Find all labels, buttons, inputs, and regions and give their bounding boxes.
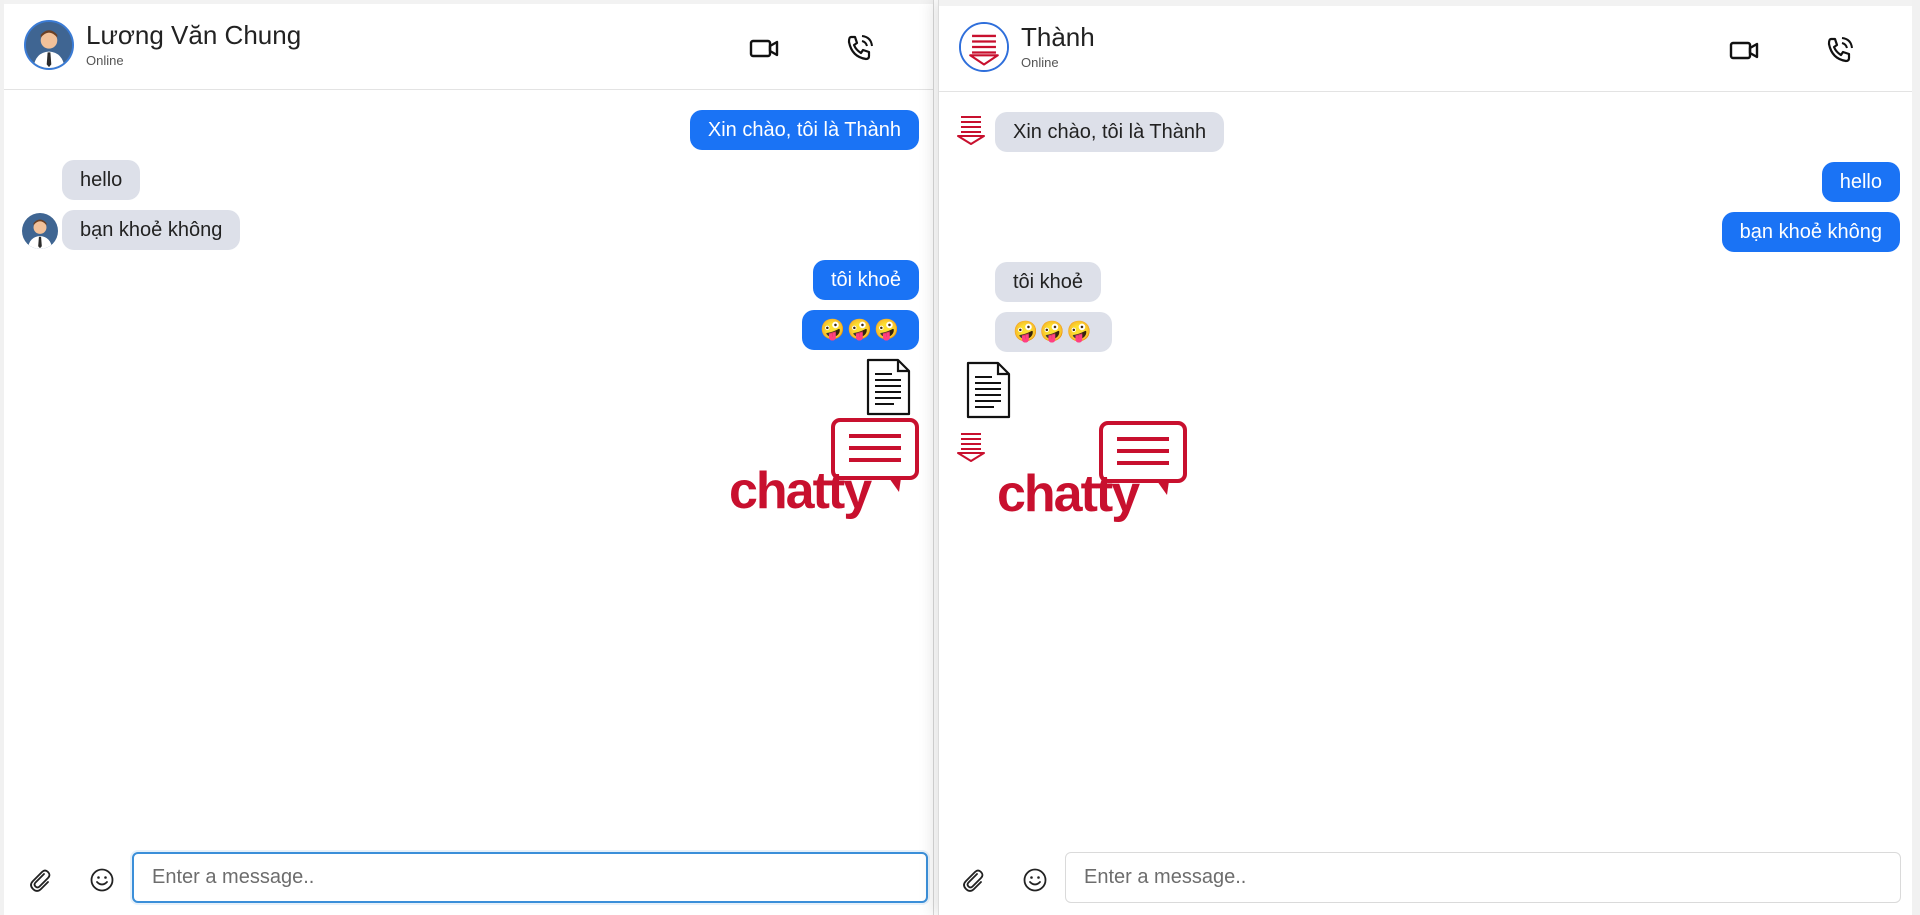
emoji-message-bubble[interactable]: 🤪🤪🤪	[995, 312, 1112, 352]
message-outgoing: 🤪🤪🤪	[802, 310, 919, 350]
message-outgoing: tôi khoẻ	[812, 260, 919, 300]
document-icon	[966, 361, 1011, 419]
message-bubble[interactable]: hello	[1821, 162, 1900, 202]
composer	[4, 845, 933, 915]
message-incoming: hello	[62, 160, 141, 200]
file-attachment[interactable]	[965, 361, 1011, 419]
attach-file-button[interactable]	[953, 860, 993, 900]
message-outgoing: Xin chào, tôi là Thành	[689, 110, 919, 150]
chat-header: Lương Văn Chung Online	[4, 4, 933, 90]
paperclip-icon	[963, 869, 984, 892]
video-call-button[interactable]	[744, 30, 784, 66]
message-bubble[interactable]: hello	[62, 160, 141, 200]
chat-window-left: Lương Văn Chung Online Xin chào, tôi là …	[0, 0, 934, 915]
chatty-logo-text: chatty	[997, 465, 1140, 523]
message-bubble[interactable]: Xin chào, tôi là Thành	[689, 110, 919, 150]
message-list: Xin chào, tôi là Thành hello bạn khoẻ kh…	[4, 92, 933, 845]
chat-logo-avatar-icon	[957, 116, 985, 145]
contact-name: Lương Văn Chung	[86, 20, 302, 50]
video-camera-icon	[749, 39, 779, 58]
contact-avatar[interactable]	[959, 22, 1009, 72]
sender-avatar	[953, 112, 989, 148]
contact-avatar[interactable]	[24, 20, 74, 70]
person-avatar-icon	[22, 213, 58, 249]
chat-logo-avatar-icon	[961, 24, 1007, 70]
message-input[interactable]	[1065, 852, 1901, 903]
chat-logo-avatar-icon	[957, 433, 985, 462]
chatty-logo: chatty	[997, 421, 1187, 523]
composer	[939, 845, 1912, 915]
contact-status: Online	[1021, 55, 1059, 70]
image-attachment[interactable]: chatty	[729, 418, 919, 520]
video-camera-icon	[1729, 41, 1759, 60]
image-attachment[interactable]: chatty	[997, 421, 1187, 523]
sender-avatar	[22, 213, 58, 249]
chat-window-right: Thành Online Xin chào, tôi là Thành hell…	[938, 0, 1920, 915]
contact-status: Online	[86, 53, 124, 68]
attach-file-button[interactable]	[20, 860, 60, 900]
phone-call-icon	[847, 35, 873, 61]
message-incoming: 🤪🤪🤪	[995, 312, 1112, 352]
message-outgoing: bạn khoẻ không	[1721, 212, 1900, 252]
message-bubble[interactable]: bạn khoẻ không	[1721, 212, 1900, 252]
message-list: Xin chào, tôi là Thành hello bạn khoẻ kh…	[939, 92, 1912, 845]
file-attachment[interactable]	[865, 358, 911, 416]
chatty-logo-text: chatty	[729, 462, 872, 520]
smiley-icon	[90, 868, 114, 892]
document-icon	[866, 358, 911, 416]
app-root: Lương Văn Chung Online Xin chào, tôi là …	[0, 0, 1920, 915]
message-bubble[interactable]: tôi khoẻ	[812, 260, 919, 300]
message-incoming: tôi khoẻ	[995, 262, 1102, 302]
voice-call-button[interactable]	[840, 30, 880, 66]
paperclip-icon	[30, 869, 51, 892]
message-incoming: bạn khoẻ không	[62, 210, 241, 250]
emoji-message-bubble[interactable]: 🤪🤪🤪	[802, 310, 919, 350]
smiley-icon	[1023, 868, 1047, 892]
sender-avatar	[953, 429, 989, 465]
chatty-logo: chatty	[729, 418, 919, 520]
phone-call-icon	[1827, 37, 1853, 63]
voice-call-button[interactable]	[1820, 32, 1860, 68]
message-incoming: Xin chào, tôi là Thành	[995, 112, 1225, 152]
person-avatar-icon	[26, 22, 72, 68]
message-bubble[interactable]: bạn khoẻ không	[62, 210, 241, 250]
message-bubble[interactable]: tôi khoẻ	[995, 262, 1102, 302]
message-outgoing: hello	[1821, 162, 1900, 202]
video-call-button[interactable]	[1724, 32, 1764, 68]
emoji-picker-button[interactable]	[82, 860, 122, 900]
message-bubble[interactable]: Xin chào, tôi là Thành	[995, 112, 1225, 152]
message-input[interactable]	[132, 852, 928, 903]
contact-name: Thành	[1021, 22, 1095, 52]
chat-header: Thành Online	[939, 6, 1912, 92]
emoji-picker-button[interactable]	[1015, 860, 1055, 900]
